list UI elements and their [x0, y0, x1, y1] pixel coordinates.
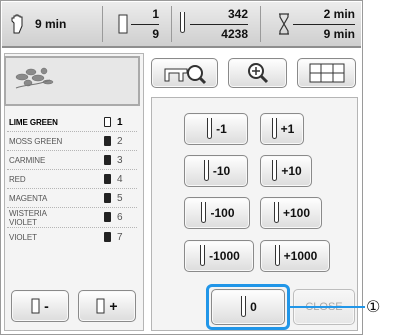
- spool-icon: [104, 155, 111, 165]
- color-number: 5: [117, 193, 123, 204]
- spool-icon: [104, 174, 111, 184]
- color-row-2[interactable]: MOSS GREEN 2: [7, 132, 137, 151]
- magnifier-plus-icon: [247, 63, 268, 84]
- status-divider: [260, 6, 261, 42]
- previous-color-button[interactable]: -: [11, 290, 69, 322]
- grid-button[interactable]: [297, 58, 356, 88]
- fraction-stem: [293, 24, 301, 25]
- stitch-current: 342: [227, 7, 248, 21]
- back-100-label: -100: [210, 206, 235, 220]
- time-remaining: 9 min: [10, 2, 66, 46]
- needle-icon: [198, 245, 207, 267]
- fraction-line: [141, 24, 159, 25]
- color-row-1[interactable]: LIME GREEN 1: [7, 113, 137, 132]
- color-row-3[interactable]: CARMINE 3: [7, 151, 137, 170]
- forward-10-label: +10: [281, 164, 302, 178]
- spool-icon: [104, 232, 111, 242]
- status-divider: [171, 6, 172, 42]
- spool-icon: [31, 298, 40, 314]
- spool-icon: [96, 298, 105, 314]
- next-color-button[interactable]: +: [78, 290, 136, 322]
- zoom-in-button[interactable]: [228, 58, 287, 88]
- flower-pattern-image: [15, 67, 54, 89]
- color-current: 1: [152, 7, 159, 21]
- color-number: 3: [117, 155, 123, 166]
- needle-icon: [202, 160, 211, 182]
- pattern-preview: [4, 56, 140, 106]
- back-10-label: -10: [212, 164, 231, 178]
- spool-icon: [104, 136, 111, 146]
- spool-icon: [104, 193, 111, 203]
- color-number: 6: [117, 212, 123, 223]
- needle-icon: [199, 202, 208, 224]
- color-number: 2: [117, 136, 123, 147]
- needle-icon: [270, 118, 279, 140]
- forward-1-stitch-button[interactable]: +1: [260, 113, 304, 145]
- color-name: RED: [9, 175, 26, 184]
- hourglass-icon: [279, 13, 289, 35]
- fraction-stem: [131, 24, 141, 25]
- color-name: MAGENTA: [9, 194, 48, 203]
- color-total: 9: [152, 27, 159, 41]
- color-row-7[interactable]: VIOLET 7: [7, 228, 137, 247]
- time-total: 9 min: [323, 27, 355, 41]
- color-number: 4: [117, 174, 123, 185]
- needle-icon: [205, 118, 214, 140]
- grid-icon: [309, 63, 344, 83]
- spool-icon: [104, 117, 111, 127]
- stitch-total: 4238: [221, 27, 248, 41]
- needle-icon: [270, 160, 279, 182]
- color-row-5[interactable]: MAGENTA 5: [7, 189, 137, 208]
- spool-icon: [118, 14, 128, 34]
- forward-10-stitch-button[interactable]: +10: [260, 155, 312, 187]
- needle-icon: [178, 12, 187, 34]
- previous-color-label: -: [44, 298, 49, 314]
- callout-number: ①: [366, 297, 381, 316]
- forward-1000-label: +1000: [283, 249, 318, 263]
- color-row-4[interactable]: RED 4: [7, 170, 137, 189]
- needle-icon: [272, 202, 281, 224]
- next-color-label: +: [109, 298, 118, 314]
- sewing-machine-magnifier-icon: [164, 65, 206, 85]
- highlight-box: [206, 284, 290, 330]
- callout-line: [289, 306, 365, 308]
- color-name: CARMINE: [9, 156, 46, 165]
- embroidery-screen: 9 min 1 9 342 4238 2 min 9 min LIME GREE…: [0, 0, 363, 335]
- fraction-stem: [190, 24, 200, 25]
- fraction-line: [200, 24, 248, 25]
- forward-1-label: +1: [280, 122, 295, 136]
- spool-icon: [104, 212, 111, 222]
- color-name: WISTERIA VIOLET: [9, 209, 47, 227]
- fraction-line: [301, 24, 355, 25]
- color-number: 1: [117, 117, 123, 128]
- color-number: 7: [117, 232, 123, 243]
- forward-100-label: +100: [282, 206, 311, 220]
- forward-1000-stitch-button[interactable]: +1000: [260, 240, 330, 272]
- back-1000-label: -1000: [209, 249, 240, 263]
- back-1-stitch-button[interactable]: -1: [184, 113, 248, 145]
- color-row-6[interactable]: WISTERIA VIOLET 6: [7, 208, 137, 228]
- color-name: VIOLET: [9, 233, 37, 242]
- time-current: 2 min: [323, 7, 355, 21]
- needle-icon: [273, 245, 282, 267]
- status-bar: 9 min 1 9 342 4238 2 min 9 min: [2, 2, 361, 48]
- color-name: LIME GREEN: [9, 118, 58, 127]
- back-100-stitch-button[interactable]: -100: [184, 197, 250, 229]
- back-10-stitch-button[interactable]: -10: [184, 155, 248, 187]
- forward-100-stitch-button[interactable]: +100: [260, 197, 322, 229]
- sewing-machine-view-button[interactable]: [151, 58, 218, 88]
- back-1-label: -1: [216, 122, 227, 136]
- time-remaining-value: 9 min: [35, 17, 67, 31]
- status-divider: [102, 6, 103, 42]
- back-1000-stitch-button[interactable]: -1000: [184, 240, 254, 272]
- thread-color-list: LIME GREEN 1 MOSS GREEN 2 CARMINE 3 RED …: [7, 113, 137, 247]
- color-name: MOSS GREEN: [9, 137, 63, 146]
- hand-icon: [11, 14, 23, 34]
